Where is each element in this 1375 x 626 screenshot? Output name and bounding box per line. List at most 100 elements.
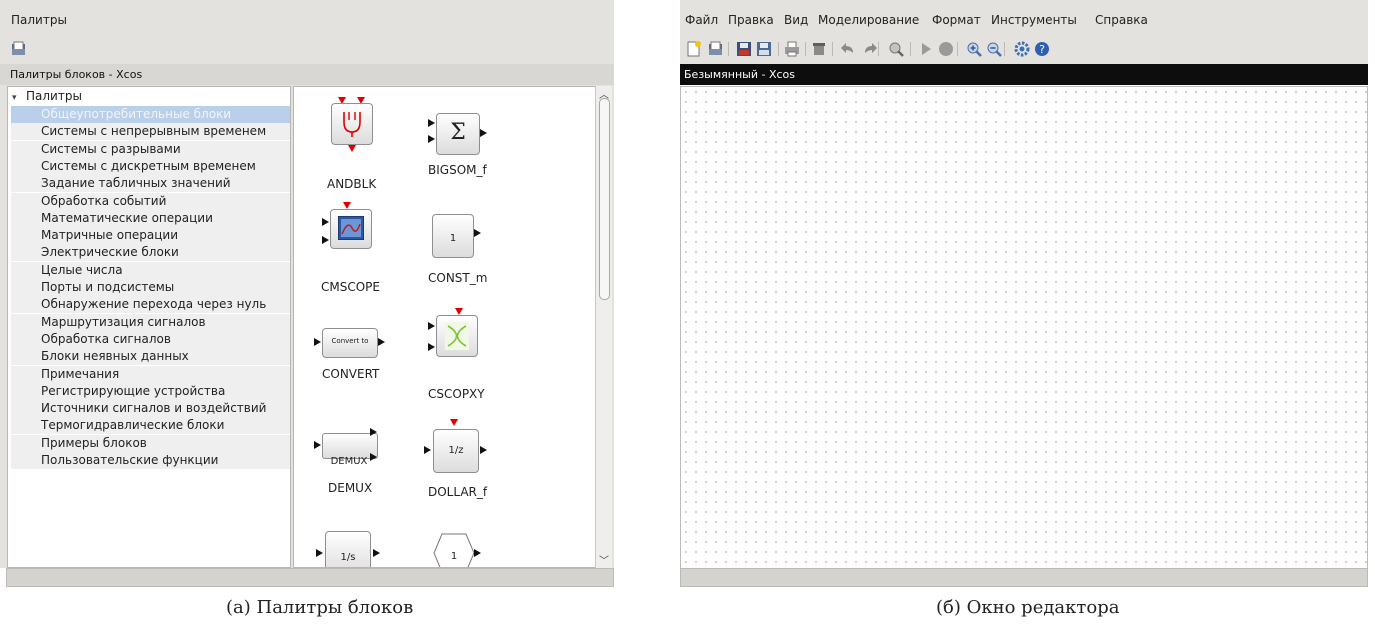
input-port [322,218,329,226]
tree-item-label: Пользовательские функции [41,453,219,467]
help-icon[interactable]: ? [1034,41,1050,57]
dollar-text: 1/z [448,445,464,456]
menu-item[interactable]: Вид [784,13,808,27]
toolbar-separator [832,42,833,56]
tree-item[interactable]: Системы с разрывами [11,140,290,158]
sum-symbol: Σ [450,120,466,145]
save-icon[interactable] [736,41,752,57]
scroll-down-icon[interactable]: ﹀ [599,552,609,567]
blocks-scrollbar[interactable]: ︿ ﹀ [595,86,612,568]
menu-item[interactable]: Формат [932,13,981,27]
block-bigsom[interactable]: Σ [428,111,488,157]
event-input-port [455,308,463,315]
tree-item-label: Математические операции [41,210,213,225]
event-input-port [343,202,351,209]
collapse-arrow-icon[interactable]: ▾ [12,93,26,103]
tree-item[interactable]: Электрические блоки [11,244,290,262]
start-icon[interactable] [918,41,934,57]
block-cscopxy[interactable] [428,308,488,358]
output-port [480,129,487,137]
xy-scope-icon [445,322,469,350]
stop-icon[interactable] [938,41,954,57]
tree-item-label: Термогидравлические блоки [41,418,225,433]
palette-window-title: Палитры блоков - Xcos [0,64,614,85]
menu-item[interactable]: Инструменты [991,13,1077,27]
input-port [428,135,435,143]
menu-item[interactable]: Файл [685,13,718,27]
settings-icon[interactable] [1014,41,1030,57]
diagram-canvas[interactable] [680,86,1368,569]
menu-item[interactable]: Справка [1095,13,1148,27]
tree-item[interactable]: Обнаружение перехода через нуль [11,296,290,314]
editor-statusbar [680,568,1368,587]
block-dollar[interactable]: 1/z [424,419,488,473]
toolbar-separator [957,42,958,56]
block-hex-const[interactable]: 1 [430,533,490,567]
redo-icon[interactable] [862,41,878,57]
block-convert[interactable]: Convert to [314,327,385,358]
tree-item[interactable]: Пользовательские функции [11,452,290,469]
block-demux[interactable]: DEMUX [314,427,384,467]
toolbar-separator [1004,42,1005,56]
tree-item[interactable]: Маршрутизация сигналов [11,313,290,331]
tree-item-label: Системы с непрерывным временем [41,124,267,139]
zoom-in-icon[interactable] [966,41,982,57]
tree-item[interactable]: Порты и подсистемы [11,279,290,296]
event-input-port [450,419,458,426]
tree-item[interactable]: Обработка событий [11,192,290,210]
tree-item[interactable]: Математические операции [11,209,290,227]
tree-item[interactable]: Системы с непрерывным временем [11,123,290,141]
tree-item[interactable]: Термогидравлические блоки [11,417,290,435]
undo-icon[interactable] [840,41,856,57]
tree-item-label: Системы с разрывами [41,141,181,156]
zoom-out-icon[interactable] [986,41,1002,57]
tree-item[interactable]: Примеры блоков [11,434,290,452]
open-folder-icon[interactable] [708,41,724,57]
output-port [474,549,481,557]
tree-item[interactable]: Обработка сигналов [11,330,290,348]
editor-window-title: Безымянный - Xcos [680,64,1368,85]
tree-item[interactable]: Целые числа [11,261,290,279]
tree-item[interactable]: Общеупотребительные блоки [11,106,290,123]
tree-item-label: Обработка событий [41,193,167,208]
tree-item[interactable]: Примечания [11,365,290,383]
const-m-body: 1 [432,214,474,258]
tree-item-label: Электрические блоки [41,245,179,260]
block-label-bigsom: BIGSOM_f [428,163,487,177]
tree-root[interactable]: ▾ Палитры [12,89,82,103]
hex-const-text: 1 [450,551,458,562]
const-m-value: 1 [449,233,457,244]
dollar-body: 1/z [433,429,479,473]
scroll-thumb[interactable] [599,98,610,300]
input-port [314,338,321,346]
save-as-icon[interactable] [756,41,772,57]
andblk-body [331,103,373,145]
editor-menubar: Файл Правка Вид Моделирование Формат Инструме… [680,0,1368,36]
block-const-m[interactable]: 1 [428,212,488,260]
open-folder-icon[interactable] [11,41,27,57]
tree-item-label: Примечания [41,366,120,381]
tree-item[interactable]: Задание табличных значений [11,175,290,193]
palette-menu-label[interactable]: Палитры [11,13,67,27]
tree-item[interactable]: Регистрирующие устройства [11,382,290,400]
print-icon[interactable] [784,41,800,57]
bigsom-body: Σ [436,113,480,155]
menu-item[interactable]: Моделирование [818,13,919,27]
menu-item[interactable]: Правка [728,13,774,27]
palette-tree: ▾ Палитры Общеупотребительные блоки Систем… [7,86,291,568]
new-file-icon[interactable] [686,41,702,57]
block-cmscope[interactable] [322,202,376,250]
tree-item[interactable]: Блоки неявных данных [11,348,290,366]
block-integral[interactable]: 1/s [316,531,386,567]
output-port [480,446,487,454]
tree-item[interactable]: Матричные операции [11,227,290,245]
tree-item-label: Обнаружение перехода через нуль [41,297,267,312]
block-label-convert: CONVERT [322,367,380,381]
tree-item[interactable]: Источники сигналов и воздействий [11,400,290,418]
tree-item[interactable]: Системы с дискретным временем [11,157,290,175]
fit-diagram-icon[interactable] [888,41,904,57]
tree-item-label: Обработка сигналов [41,331,171,346]
block-andblk[interactable] [330,97,374,157]
delete-icon[interactable] [811,41,827,57]
toolbar-separator [728,42,729,56]
